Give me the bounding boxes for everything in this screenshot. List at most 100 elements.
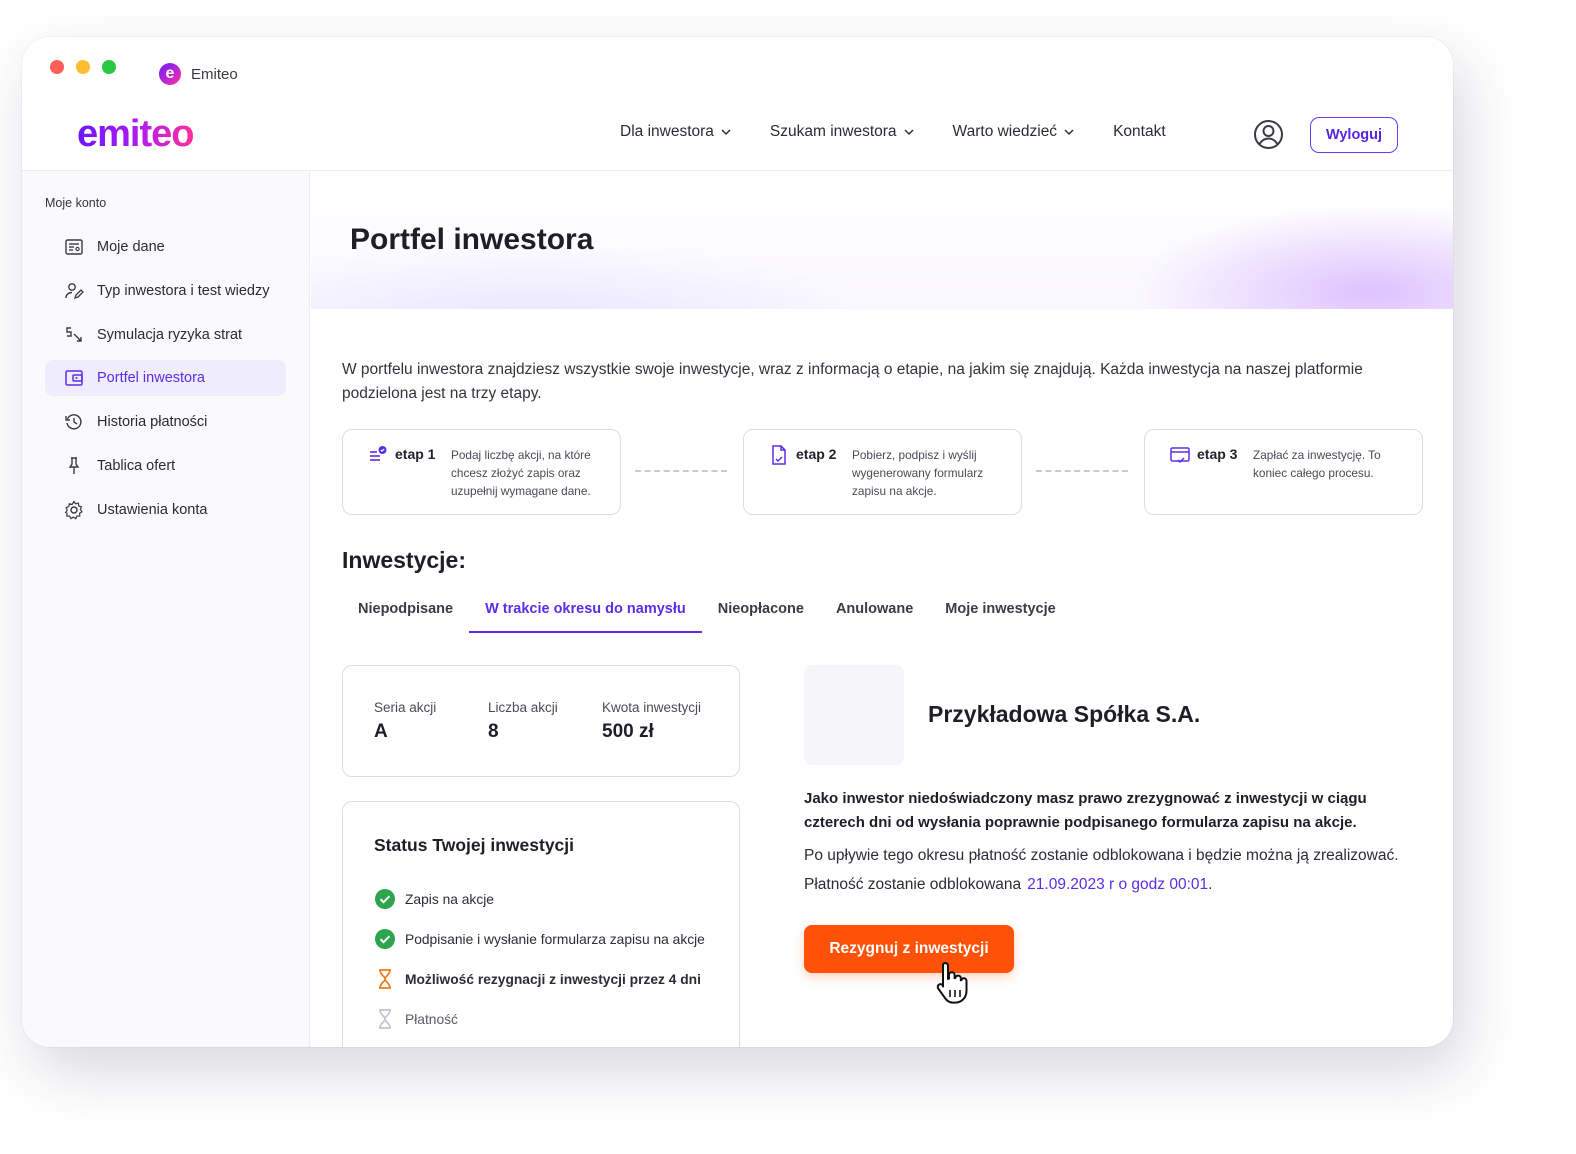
tab-anulowane[interactable]: Anulowane xyxy=(820,595,929,633)
sidebar-item-moje-dane[interactable]: Moje dane xyxy=(45,229,286,265)
sidebar-item-tablica[interactable]: Tablica ofert xyxy=(45,448,286,484)
count-label: Liczba akcji xyxy=(488,700,558,715)
amount-label: Kwota inwestycji xyxy=(602,700,702,715)
status-label: Płatność xyxy=(405,1011,458,1027)
intro-text: W portfelu inwestora znajdziesz wszystki… xyxy=(342,361,1363,402)
sidebar: Moje konto Moje dane Typ inwestora i tes… xyxy=(22,171,310,1047)
maximize-window-button[interactable] xyxy=(102,60,116,74)
sidebar-item-label: Symulacja ryzyka strat xyxy=(97,326,243,343)
window-controls xyxy=(50,60,116,74)
nav-label: Dla inwestora xyxy=(620,123,714,140)
steps-row: etap 1 Podaj liczbę akcji, na które chce… xyxy=(342,429,1423,515)
tab-w-trakcie[interactable]: W trakcie okresu do namysłu xyxy=(469,595,702,633)
investment-tabs: Niepodpisane W trakcie okresu do namysłu… xyxy=(342,595,1072,633)
sidebar-item-label: Historia płatności xyxy=(97,414,208,431)
sidebar-item-portfel[interactable]: Portfel inwestora xyxy=(45,360,286,397)
sidebar-item-symulacja[interactable]: Symulacja ryzyka strat xyxy=(45,317,286,353)
check-circle-icon xyxy=(374,928,396,950)
company-logo-placeholder xyxy=(804,665,904,765)
withdrawal-notice: Jako inwestor niedoświadczony masz prawo… xyxy=(804,790,1367,831)
logout-button[interactable]: Wyloguj xyxy=(1310,117,1398,153)
step-title-label: etap 3 xyxy=(1197,446,1238,462)
series-column: Seria akcji A xyxy=(374,700,436,743)
list-check-icon xyxy=(367,444,389,466)
nav-label: Warto wiedzieć xyxy=(952,123,1058,140)
browser-tab[interactable]: e Emiteo xyxy=(137,47,407,101)
document-icon xyxy=(768,444,790,466)
investment-details-card: Seria akcji A Liczba akcji 8 Kwota inwes… xyxy=(342,665,740,777)
favicon-icon: e xyxy=(159,63,181,85)
status-title: Status Twojej inwestycji xyxy=(374,835,575,855)
status-label: Możliwość rezygnacji z inwestycji przez … xyxy=(405,971,701,987)
sidebar-item-label: Ustawienia konta xyxy=(97,501,208,518)
amount-column: Kwota inwestycji 500 zł xyxy=(602,700,701,743)
sidebar-item-typ-inwestora[interactable]: Typ inwestora i test wiedzy xyxy=(45,273,286,309)
count-column: Liczba akcji 8 xyxy=(488,700,558,743)
nav-kontakt[interactable]: Kontakt xyxy=(1113,123,1166,141)
status-label: Zapis na akcje xyxy=(405,891,494,907)
hourglass-icon xyxy=(374,968,396,990)
card-payment-icon xyxy=(1169,444,1191,466)
gear-icon xyxy=(63,499,85,521)
hourglass-icon xyxy=(374,1008,396,1030)
count-value: 8 xyxy=(488,721,499,742)
close-window-button[interactable] xyxy=(50,60,64,74)
step-title: etap 3 xyxy=(1169,446,1253,514)
nav-dla-inwestora[interactable]: Dla inwestora xyxy=(620,123,732,141)
pin-icon xyxy=(63,455,85,477)
step-card-3: etap 3 Zapłać za inwestycję. To koniec c… xyxy=(1144,429,1423,515)
page-hero: Portfel inwestora xyxy=(311,171,1453,309)
company-name: Przykładowa Spółka S.A. xyxy=(928,701,1201,727)
sidebar-item-label: Tablica ofert xyxy=(97,457,176,474)
amount-value: 500 zł xyxy=(602,721,654,742)
series-label: Seria akcji xyxy=(374,700,437,715)
sidebar-item-label: Portfel inwestora xyxy=(97,370,205,387)
status-item: Możliwość rezygnacji z inwestycji przez … xyxy=(374,968,705,990)
page-title: Portfel inwestora xyxy=(350,223,594,256)
sidebar-item-ustawienia[interactable]: Ustawienia konta xyxy=(45,492,286,528)
tab-nieoplacone[interactable]: Nieopłacone xyxy=(702,595,820,633)
minimize-window-button[interactable] xyxy=(76,60,90,74)
tab-moje-inwestycje[interactable]: Moje inwestycje xyxy=(929,595,1071,633)
main-content: Portfel inwestora W portfelu inwestora z… xyxy=(311,171,1453,1047)
payment-notice: Po upływie tego okresu płatność zostanie… xyxy=(804,847,1399,864)
step-connector xyxy=(635,470,727,472)
sidebar-heading: Moje konto xyxy=(45,196,107,210)
nav-label: Kontakt xyxy=(1113,123,1166,140)
status-item: Podpisanie i wysłanie formularza zapisu … xyxy=(374,928,705,950)
wallet-icon xyxy=(63,367,85,389)
step-title-label: etap 1 xyxy=(395,446,436,462)
sidebar-item-label: Moje dane xyxy=(97,239,165,255)
main-nav: Dla inwestora Szukam inwestora Warto wie… xyxy=(620,123,1204,141)
tab-niepodpisane[interactable]: Niepodpisane xyxy=(342,595,469,633)
step-card-1: etap 1 Podaj liczbę akcji, na które chce… xyxy=(342,429,621,515)
step-title: etap 2 xyxy=(768,444,852,514)
user-circle-icon[interactable] xyxy=(1253,119,1284,150)
sort-down-icon xyxy=(63,324,85,346)
step-card-2: etap 2 Pobierz, podpisz i wyślij wygener… xyxy=(743,429,1022,515)
unlock-date: 21.09.2023 r o godz 00:01 xyxy=(1027,876,1209,893)
chevron-down-icon xyxy=(720,126,732,138)
site-header: emiteo Dla inwestora Szukam inwestora Wa… xyxy=(22,101,1453,171)
sidebar-item-historia[interactable]: Historia płatności xyxy=(45,404,286,440)
hand-pointer-icon xyxy=(933,959,973,1007)
step-description: Podaj liczbę akcji, na które chcesz złoż… xyxy=(451,448,591,498)
status-label: Podpisanie i wysłanie formularza zapisu … xyxy=(405,931,705,947)
chevron-down-icon xyxy=(903,126,915,138)
status-list: Zapis na akcje Podpisanie i wysłanie for… xyxy=(374,888,705,1047)
tab-title: Emiteo xyxy=(191,65,238,83)
unlock-suffix: . xyxy=(1208,876,1213,893)
step-description: Pobierz, podpisz i wyślij wygenerowany f… xyxy=(852,448,984,498)
nav-szukam-inwestora[interactable]: Szukam inwestora xyxy=(770,123,915,141)
nav-warto-wiedziec[interactable]: Warto wiedzieć xyxy=(953,123,1076,141)
browser-chrome: e Emiteo xyxy=(22,37,1453,101)
resign-button[interactable]: Rezygnuj z inwestycji xyxy=(804,925,1014,973)
unlock-label: Płatność zostanie odblokowana xyxy=(804,876,1022,893)
investments-heading: Inwestycje: xyxy=(342,547,466,573)
step-connector xyxy=(1036,470,1128,472)
logo[interactable]: emiteo xyxy=(77,113,194,156)
history-icon xyxy=(63,411,85,433)
step-title-label: etap 2 xyxy=(796,446,837,462)
check-circle-icon xyxy=(374,888,396,910)
nav-label: Szukam inwestora xyxy=(769,123,897,140)
